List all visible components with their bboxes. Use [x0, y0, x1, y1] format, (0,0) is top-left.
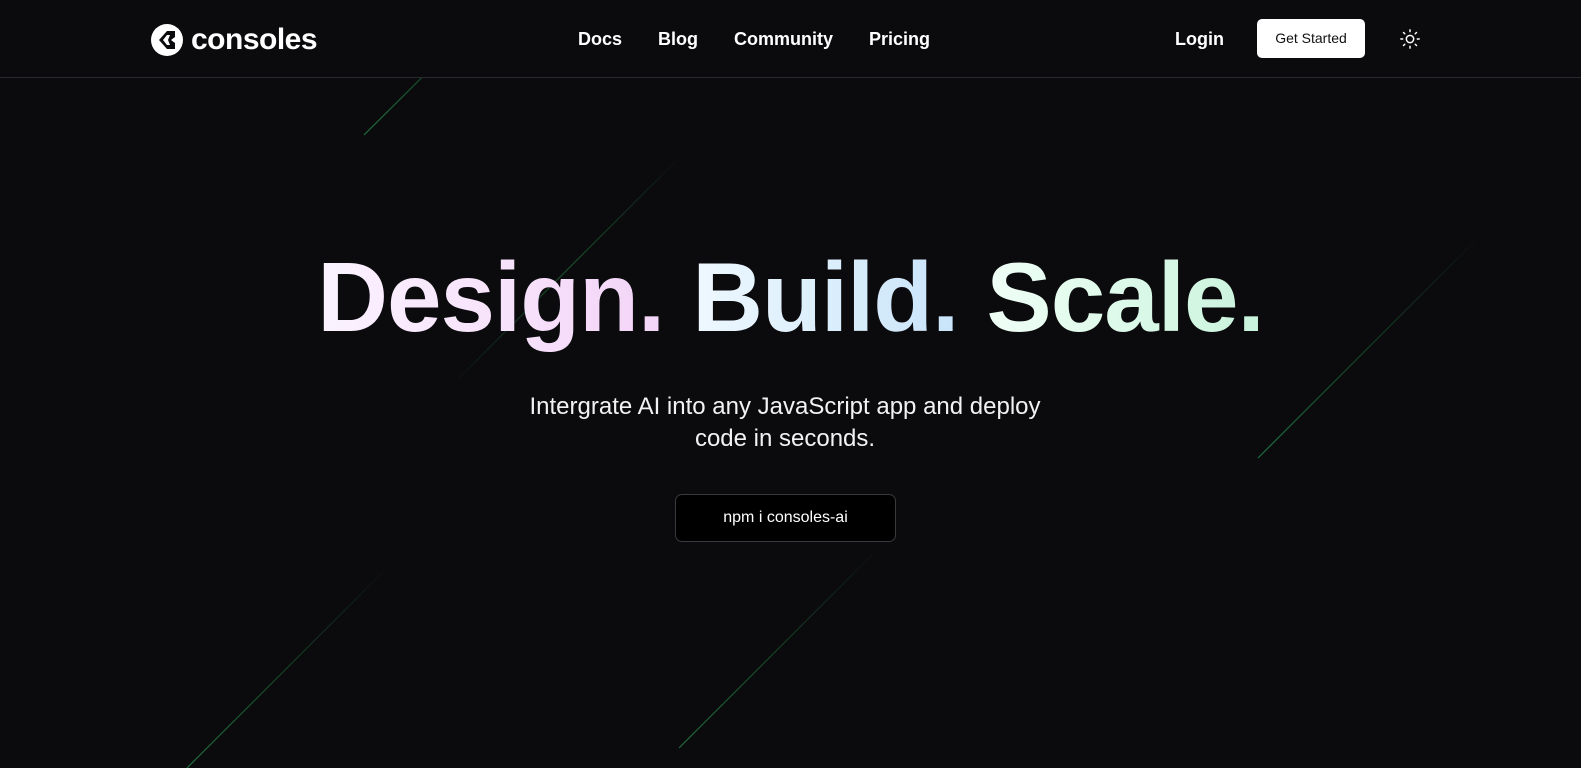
consoles-logo-icon — [151, 24, 183, 56]
login-link[interactable]: Login — [1175, 27, 1224, 51]
hero-title-word-scale: Scale. — [986, 242, 1264, 352]
nav-link-pricing[interactable]: Pricing — [869, 27, 930, 51]
theme-toggle-button[interactable] — [1398, 27, 1422, 51]
page: consoles Docs Blog Community Pricing Log… — [0, 0, 1581, 768]
brand-logo[interactable]: consoles — [151, 23, 318, 57]
sun-icon — [1400, 29, 1420, 49]
nav-link-community[interactable]: Community — [734, 27, 833, 51]
background-streaks — [186, 0, 1481, 768]
hero-title: Design. Build. Scale. — [0, 242, 1581, 352]
streak-line — [186, 564, 391, 768]
nav-link-docs[interactable]: Docs — [578, 27, 622, 51]
brand-name: consoles — [191, 23, 318, 56]
hero-subtitle-line-1: Intergrate AI into any JavaScript app an… — [529, 393, 1041, 420]
hero-subtitle-line-2: code in seconds. — [694, 425, 876, 452]
hero-title-word-build: Build. — [692, 242, 959, 352]
site-header: consoles Docs Blog Community Pricing Log… — [0, 0, 1581, 78]
get-started-button[interactable]: Get Started — [1257, 19, 1365, 58]
streak-line — [678, 546, 881, 749]
install-command-button[interactable]: npm i consoles-ai — [675, 494, 896, 542]
hero-subtitle: Intergrate AI into any JavaScript app an… — [490, 391, 1080, 455]
main-nav: Docs Blog Community Pricing — [578, 27, 930, 51]
nav-link-blog[interactable]: Blog — [658, 27, 698, 51]
hero-title-word-design: Design. — [317, 242, 665, 352]
